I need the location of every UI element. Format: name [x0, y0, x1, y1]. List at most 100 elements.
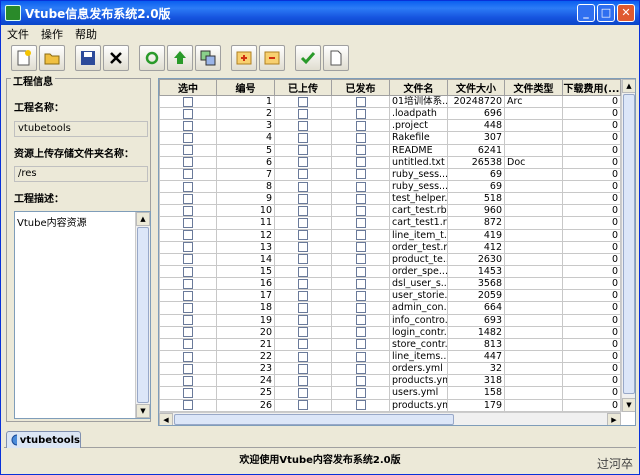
- uploaded-checkbox[interactable]: [298, 315, 308, 326]
- table-row[interactable]: 21 store_contr... 813 0: [159, 337, 621, 351]
- table-row[interactable]: 1 01培训体系... 20248720 Arc 0: [159, 94, 621, 109]
- select-checkbox[interactable]: [183, 363, 193, 374]
- published-checkbox[interactable]: [355, 181, 366, 192]
- select-checkbox[interactable]: [183, 266, 193, 277]
- uploaded-checkbox[interactable]: [298, 375, 308, 386]
- published-checkbox[interactable]: [355, 351, 366, 362]
- table-row[interactable]: 16 dsl_user_s... 3568 0: [159, 277, 621, 291]
- uploaded-checkbox[interactable]: [298, 302, 308, 313]
- scroll-thumb[interactable]: [174, 414, 454, 425]
- column-header[interactable]: 文件名: [389, 79, 448, 96]
- column-header[interactable]: 文件大小: [447, 79, 505, 96]
- menu-help[interactable]: 帮助: [69, 26, 103, 42]
- published-checkbox[interactable]: [355, 132, 366, 143]
- published-checkbox[interactable]: [355, 108, 366, 119]
- column-header[interactable]: 已发布: [331, 79, 390, 96]
- upload-button[interactable]: [167, 45, 193, 71]
- uploaded-checkbox[interactable]: [298, 254, 308, 265]
- save-button[interactable]: [75, 45, 101, 71]
- menu-operation[interactable]: 操作: [35, 26, 69, 42]
- published-checkbox[interactable]: [355, 205, 366, 216]
- scroll-thumb[interactable]: [137, 227, 149, 403]
- table-row[interactable]: 2 .loadpath 696 0: [159, 107, 621, 121]
- published-checkbox[interactable]: [355, 302, 366, 313]
- select-checkbox[interactable]: [183, 217, 193, 228]
- select-checkbox[interactable]: [183, 205, 193, 216]
- uploaded-checkbox[interactable]: [298, 193, 308, 204]
- published-checkbox[interactable]: [355, 242, 366, 253]
- published-checkbox[interactable]: [355, 387, 366, 398]
- published-checkbox[interactable]: [355, 278, 366, 289]
- table-row[interactable]: 12 line_item_t... 419 0: [159, 228, 621, 242]
- scroll-left-icon[interactable]: ◀: [159, 413, 173, 425]
- select-checkbox[interactable]: [183, 96, 193, 107]
- table-row[interactable]: 15 order_spe... 1453 0: [159, 264, 621, 279]
- published-checkbox[interactable]: [355, 315, 366, 326]
- add-button[interactable]: [231, 45, 257, 71]
- table-row[interactable]: 24 products.yml318 0: [159, 374, 621, 388]
- published-checkbox[interactable]: [355, 327, 366, 338]
- select-checkbox[interactable]: [183, 339, 193, 350]
- published-checkbox[interactable]: [355, 96, 366, 107]
- publish-button[interactable]: [295, 45, 321, 71]
- table-row[interactable]: 13 order_test.rb 412 0: [159, 240, 621, 254]
- uploaded-checkbox[interactable]: [298, 339, 308, 350]
- select-checkbox[interactable]: [183, 315, 193, 326]
- uploaded-checkbox[interactable]: [298, 181, 308, 192]
- select-checkbox[interactable]: [183, 375, 193, 386]
- minimize-button[interactable]: _: [577, 4, 595, 22]
- select-checkbox[interactable]: [183, 230, 193, 241]
- table-row[interactable]: 18 admin_con... 664 0: [159, 301, 621, 315]
- uploaded-checkbox[interactable]: [298, 120, 308, 131]
- select-checkbox[interactable]: [183, 254, 193, 265]
- column-header[interactable]: 编号: [216, 79, 275, 96]
- uploaded-checkbox[interactable]: [298, 108, 308, 119]
- select-checkbox[interactable]: [183, 108, 193, 119]
- select-checkbox[interactable]: [183, 181, 193, 192]
- close-button[interactable]: [103, 45, 129, 71]
- title-bar[interactable]: Vtube信息发布系统2.0版 _ □ ✕: [1, 1, 639, 25]
- select-checkbox[interactable]: [183, 145, 193, 156]
- select-checkbox[interactable]: [183, 169, 193, 180]
- table-vertical-scrollbar[interactable]: ▲ ▼: [621, 79, 635, 412]
- table-row[interactable]: 5 README 6241 0: [159, 143, 621, 157]
- published-checkbox[interactable]: [355, 400, 366, 411]
- published-checkbox[interactable]: [355, 230, 366, 241]
- published-checkbox[interactable]: [355, 363, 366, 374]
- select-checkbox[interactable]: [183, 290, 193, 301]
- select-checkbox[interactable]: [183, 242, 193, 253]
- remove-button[interactable]: [259, 45, 285, 71]
- scroll-up-icon[interactable]: ▲: [136, 212, 150, 226]
- table-row[interactable]: 20 login_contr... 1482 0: [159, 325, 621, 339]
- table-row[interactable]: 25 users.yml 158 0: [159, 386, 621, 400]
- published-checkbox[interactable]: [355, 266, 366, 277]
- select-checkbox[interactable]: [183, 400, 193, 411]
- uploaded-checkbox[interactable]: [298, 132, 308, 143]
- open-button[interactable]: [39, 45, 65, 71]
- refresh-button[interactable]: [139, 45, 165, 71]
- table-horizontal-scrollbar[interactable]: ◀ ▶: [159, 412, 621, 425]
- published-checkbox[interactable]: [355, 169, 366, 180]
- new-button[interactable]: [11, 45, 37, 71]
- scroll-up-icon[interactable]: ▲: [622, 79, 635, 93]
- uploaded-checkbox[interactable]: [298, 290, 308, 301]
- uploaded-checkbox[interactable]: [298, 266, 308, 277]
- document-button[interactable]: [323, 45, 349, 71]
- uploaded-checkbox[interactable]: [298, 217, 308, 228]
- published-checkbox[interactable]: [355, 254, 366, 265]
- uploaded-checkbox[interactable]: [298, 205, 308, 216]
- uploaded-checkbox[interactable]: [298, 327, 308, 338]
- table-row[interactable]: 9 test_helper... 518 0: [159, 192, 621, 206]
- uploaded-checkbox[interactable]: [298, 230, 308, 241]
- column-header[interactable]: 选中: [159, 79, 217, 96]
- published-checkbox[interactable]: [355, 339, 366, 350]
- select-checkbox[interactable]: [183, 193, 193, 204]
- published-checkbox[interactable]: [355, 145, 366, 156]
- table-row[interactable]: 19 info_contro...693 0: [159, 313, 621, 327]
- table-row[interactable]: 6 untitled.txt 26538 Doc 0: [159, 155, 621, 169]
- project-desc-textarea[interactable]: Vtube内容资源 ▲ ▼: [14, 211, 151, 419]
- maximize-button[interactable]: □: [597, 4, 615, 22]
- table-row[interactable]: 23 orders.yml 32 0: [159, 362, 621, 376]
- select-checkbox[interactable]: [183, 278, 193, 289]
- table-row[interactable]: 10 cart_test.rb 960 0: [159, 204, 621, 218]
